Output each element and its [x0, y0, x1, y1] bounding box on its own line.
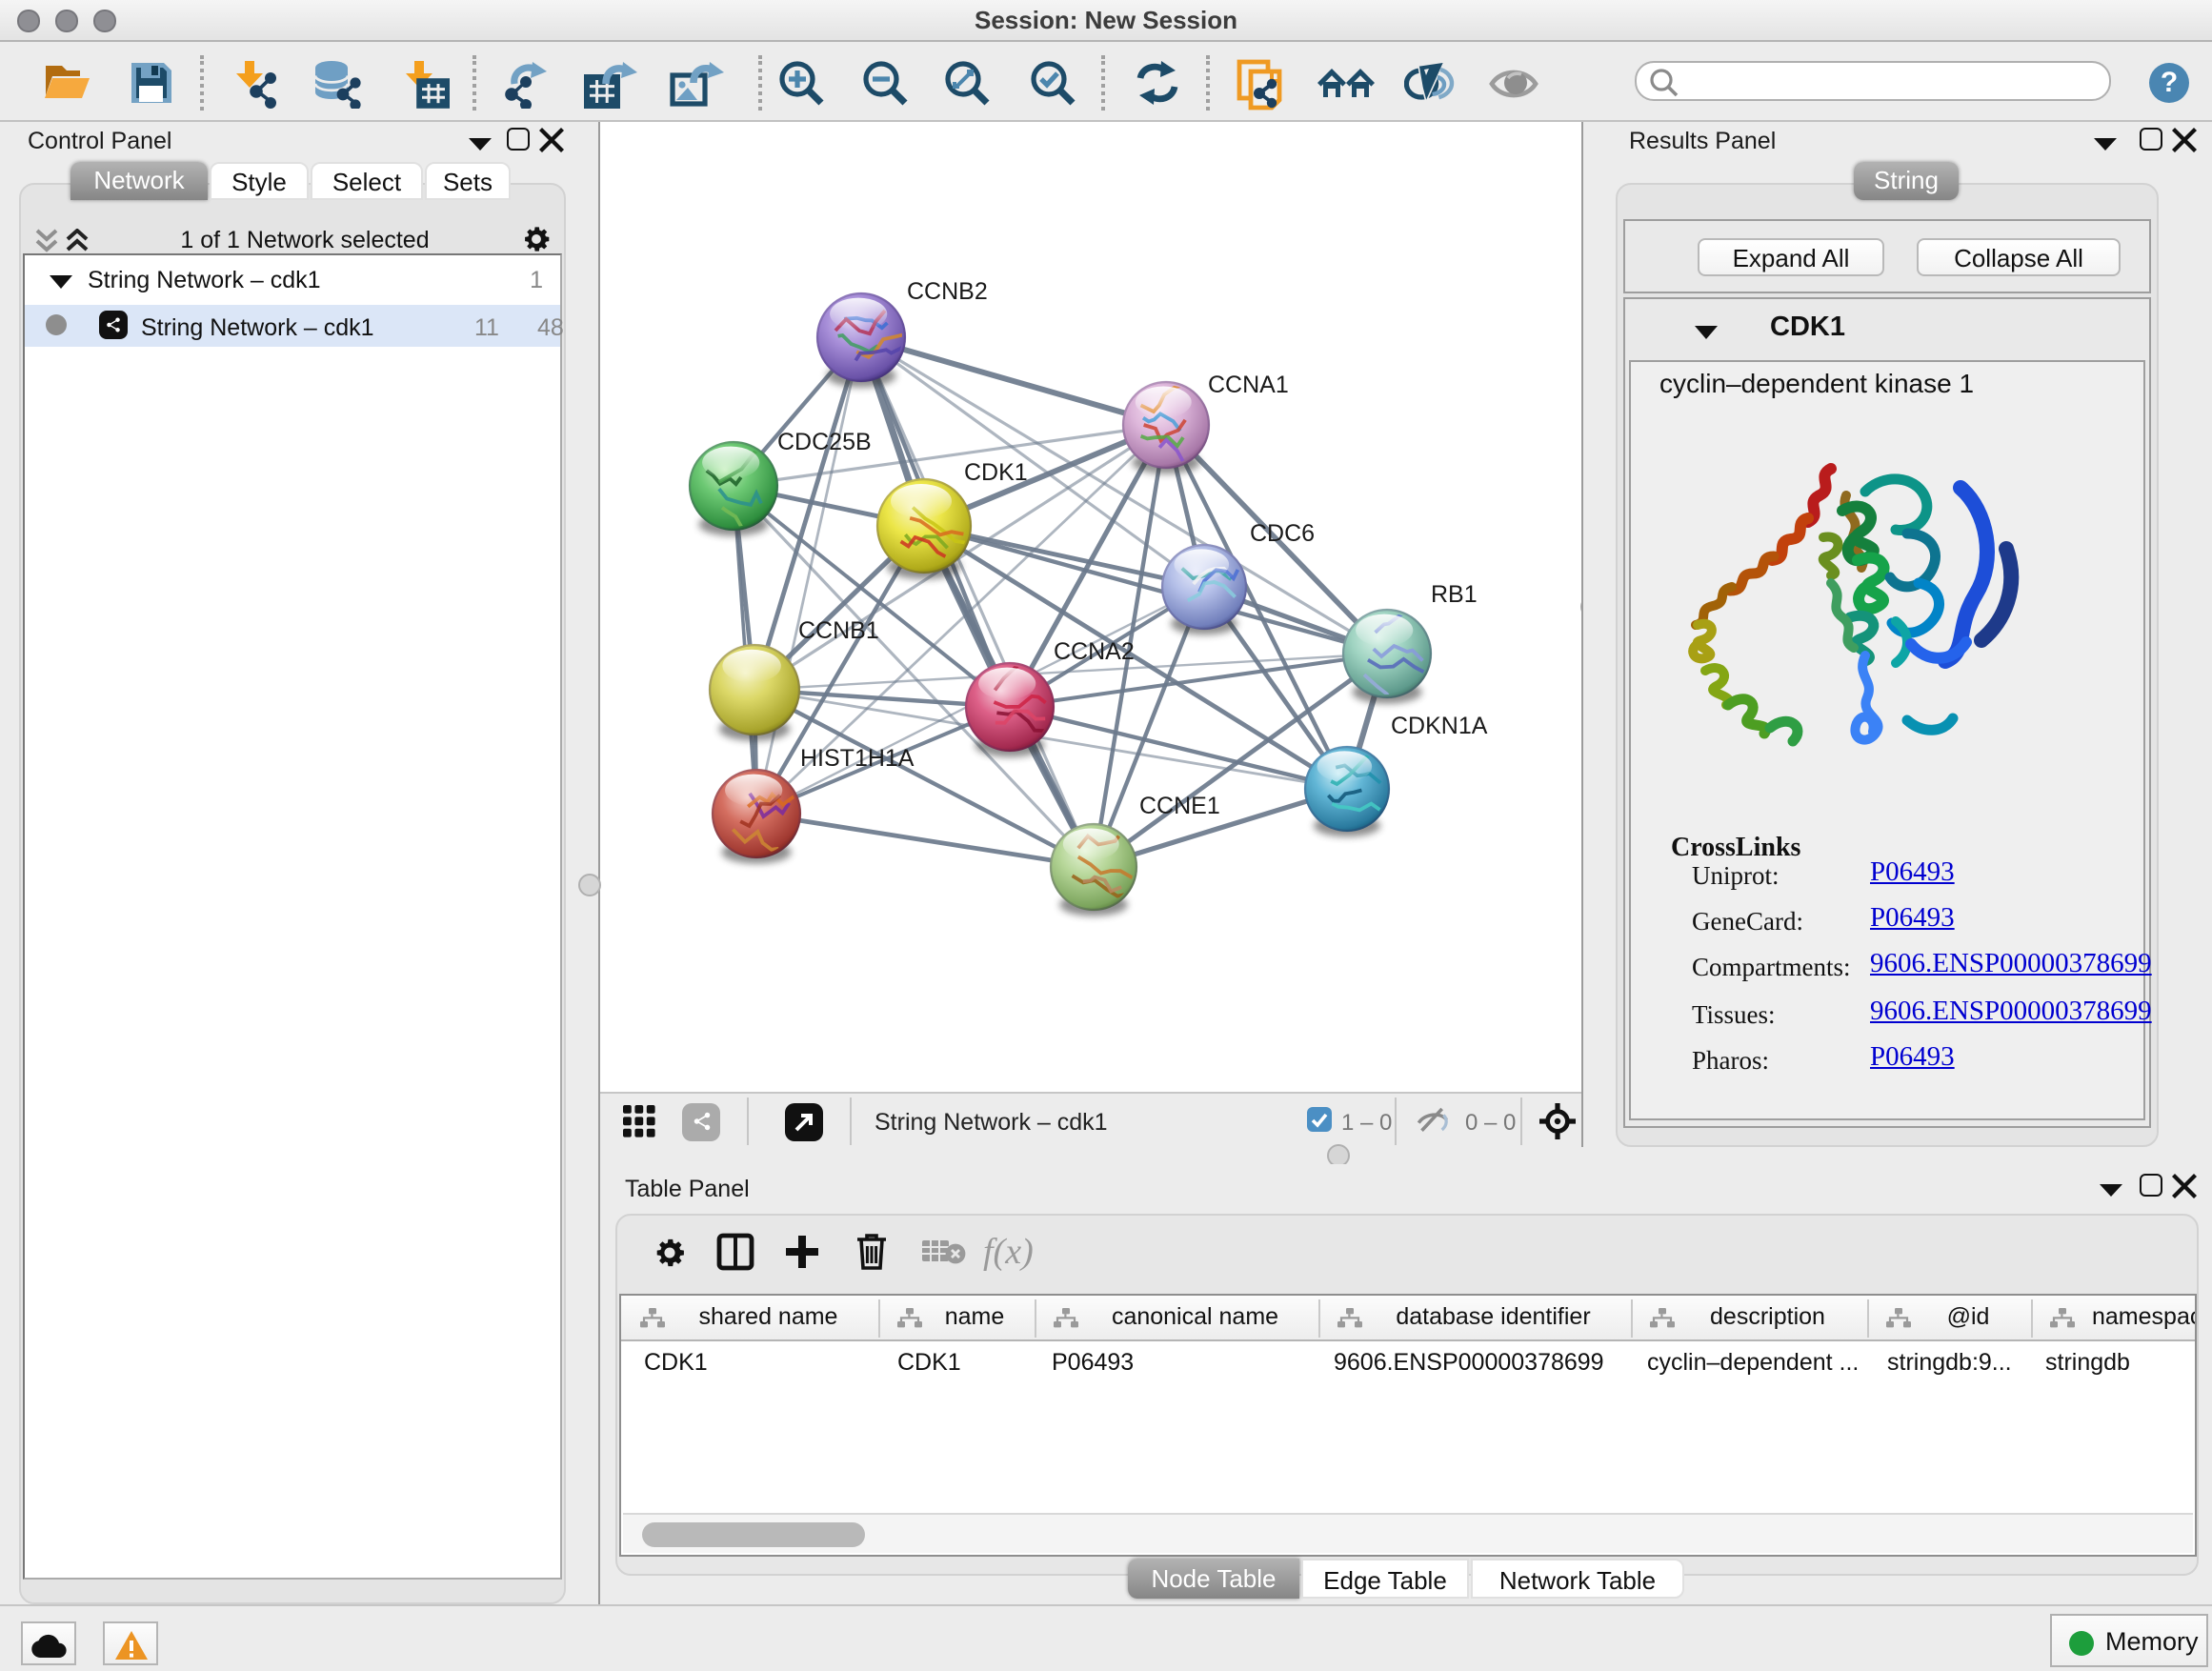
svg-text:CDK1: CDK1 [964, 459, 1028, 486]
svg-text:CCNB2: CCNB2 [907, 278, 988, 305]
svg-text:CCNA1: CCNA1 [1208, 372, 1289, 398]
svg-text:CCNB1: CCNB1 [798, 617, 879, 644]
svg-text:HIST1H1A: HIST1H1A [800, 745, 915, 772]
svg-text:f(x): f(x) [983, 1232, 1034, 1272]
svg-text:CCNE1: CCNE1 [1139, 793, 1220, 819]
svg-text:RB1: RB1 [1431, 581, 1478, 608]
svg-text:CDC25B: CDC25B [777, 429, 872, 455]
svg-text:CDKN1A: CDKN1A [1391, 713, 1488, 739]
svg-text:CDC6: CDC6 [1250, 520, 1315, 547]
svg-text:CCNA2: CCNA2 [1054, 638, 1135, 665]
